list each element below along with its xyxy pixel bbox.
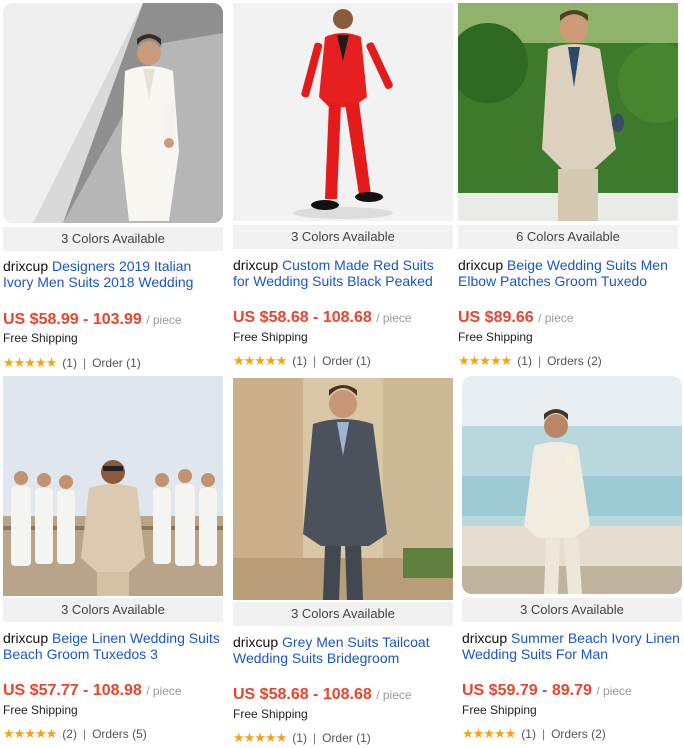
product-card[interactable]: 6 Colors Available drixcup Beige Wedding… [458, 3, 678, 373]
brand-name: drixcup [462, 630, 508, 646]
price-unit: / piece [146, 313, 182, 327]
product-card[interactable]: 3 Colors Available drixcup Custom Made R… [233, 3, 453, 373]
orders-count: Order (1) [322, 731, 371, 745]
shipping-label: Free Shipping [462, 703, 537, 717]
price-unit: / piece [146, 684, 182, 698]
price-row: US $89.66 / piece [458, 309, 678, 327]
orders-count: Order (1) [322, 354, 371, 368]
rating-stars-icon: ★★★★★ [233, 353, 287, 368]
product-card[interactable]: 3 Colors Available drixcup Summer Beach … [462, 376, 682, 746]
shipping-label: Free Shipping [3, 331, 78, 345]
shipping-label: Free Shipping [3, 703, 78, 717]
rating-stars-icon: ★★★★★ [233, 730, 287, 745]
brand-name: drixcup [3, 630, 49, 646]
rating-count: (1) [521, 727, 536, 741]
product-title-link[interactable]: drixcup Beige Linen Wedding Suits Beach … [3, 630, 223, 662]
product-image[interactable] [233, 378, 453, 600]
orders-count: Orders (2) [547, 354, 602, 368]
separator: | [82, 356, 87, 370]
product-image[interactable] [462, 376, 682, 594]
rating-count: (1) [292, 731, 307, 745]
rating-count: (1) [62, 356, 77, 370]
rating-row: ★★★★★ (1) | Order (1) [233, 730, 453, 746]
separator: | [537, 354, 542, 368]
orders-count: Orders (5) [92, 727, 147, 741]
rating-stars-icon: ★★★★★ [3, 726, 57, 741]
rating-count: (2) [62, 727, 77, 741]
product-card[interactable]: 3 Colors Available drixcup Beige Linen W… [3, 376, 223, 746]
product-card[interactable]: 3 Colors Available drixcup Grey Men Suit… [233, 378, 453, 748]
rating-row: ★★★★★ (1) | Order (1) [3, 355, 223, 371]
product-card[interactable]: 3 Colors Available drixcup Designers 201… [3, 3, 223, 373]
separator: | [541, 727, 546, 741]
price: US $58.99 - 103.99 [3, 311, 142, 328]
price-row: US $57.77 - 108.98 / piece [3, 682, 223, 700]
brand-name: drixcup [233, 257, 279, 273]
price: US $58.68 - 108.68 [233, 309, 372, 326]
colors-available: 3 Colors Available [3, 598, 223, 622]
brand-name: drixcup [3, 258, 49, 274]
product-image[interactable] [233, 3, 453, 221]
product-title-link[interactable]: drixcup Custom Made Red Suits for Weddin… [233, 257, 453, 289]
separator: | [312, 354, 317, 368]
rating-stars-icon: ★★★★★ [3, 355, 57, 370]
rating-row: ★★★★★ (1) | Orders (2) [462, 726, 682, 742]
product-image[interactable] [3, 376, 223, 596]
orders-count: Order (1) [92, 356, 141, 370]
rating-row: ★★★★★ (1) | Order (1) [233, 353, 453, 369]
price: US $57.77 - 108.98 [3, 682, 142, 699]
separator: | [82, 727, 87, 741]
price-unit: / piece [538, 311, 574, 325]
brand-name: drixcup [458, 257, 504, 273]
product-image[interactable] [458, 3, 678, 221]
colors-available: 3 Colors Available [462, 598, 682, 622]
orders-count: Orders (2) [551, 727, 606, 741]
rating-row: ★★★★★ (1) | Orders (2) [458, 353, 678, 369]
separator: | [312, 731, 317, 745]
shipping-label: Free Shipping [233, 330, 308, 344]
product-title-link[interactable]: drixcup Summer Beach Ivory Linen Wedding… [462, 630, 682, 662]
price: US $89.66 [458, 309, 534, 326]
rating-count: (1) [517, 354, 532, 368]
price-row: US $59.79 - 89.79 / piece [462, 682, 682, 700]
price: US $58.68 - 108.68 [233, 686, 372, 703]
price-row: US $58.68 - 108.68 / piece [233, 309, 453, 327]
rating-stars-icon: ★★★★★ [458, 353, 512, 368]
shipping-label: Free Shipping [458, 330, 533, 344]
colors-available: 3 Colors Available [233, 225, 453, 249]
brand-name: drixcup [233, 634, 279, 650]
product-title-link[interactable]: drixcup Grey Men Suits Tailcoat Wedding … [233, 634, 453, 666]
price: US $59.79 - 89.79 [462, 682, 592, 699]
shipping-label: Free Shipping [233, 707, 308, 721]
colors-available: 3 Colors Available [3, 227, 223, 251]
rating-count: (1) [292, 354, 307, 368]
product-image[interactable] [3, 3, 223, 223]
price-unit: / piece [596, 684, 632, 698]
price-row: US $58.99 - 103.99 / piece [3, 311, 223, 329]
product-title-link[interactable]: drixcup Beige Wedding Suits Men Elbow Pa… [458, 257, 678, 289]
colors-available: 6 Colors Available [458, 225, 678, 249]
price-row: US $58.68 - 108.68 / piece [233, 686, 453, 704]
product-title-link[interactable]: drixcup Designers 2019 Italian Ivory Men… [3, 258, 223, 290]
rating-stars-icon: ★★★★★ [462, 726, 516, 741]
price-unit: / piece [376, 311, 412, 325]
colors-available: 3 Colors Available [233, 602, 453, 626]
price-unit: / piece [376, 688, 412, 702]
rating-row: ★★★★★ (2) | Orders (5) [3, 726, 223, 742]
